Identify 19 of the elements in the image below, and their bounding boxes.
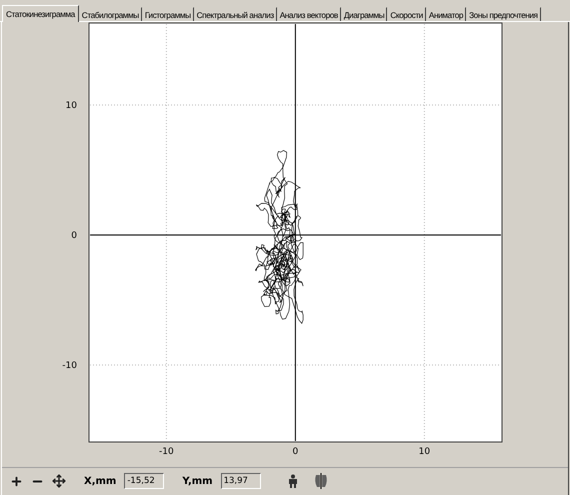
y-tick-label: -10 — [62, 361, 77, 371]
x-tick-label: 0 — [292, 447, 298, 457]
move-icon[interactable] — [52, 474, 66, 488]
figure-icon[interactable] — [286, 474, 299, 488]
x-coordinate-label: X,mm — [84, 476, 116, 486]
tab[interactable]: Зоны предпочтения — [466, 7, 541, 21]
tab[interactable]: Аниматор — [426, 7, 466, 21]
x-coordinate-field[interactable]: -15,52 — [124, 473, 164, 489]
zoom-in-icon[interactable] — [10, 474, 23, 488]
y-coordinate-label: Y,mm — [182, 476, 213, 486]
x-tick-label: 10 — [418, 447, 430, 457]
x-tick-label: -10 — [159, 447, 174, 457]
y-coordinate-field[interactable]: 13,97 — [220, 473, 261, 489]
tab[interactable]: Спектральный анализ — [194, 7, 277, 21]
tab[interactable]: Диаграммы — [340, 7, 388, 21]
y-tick-label: 0 — [71, 231, 77, 241]
tab[interactable]: Статокинезиграмма — [2, 5, 79, 22]
y-tick-label: 10 — [66, 101, 77, 111]
tab[interactable]: Анализ векторов — [276, 7, 341, 21]
